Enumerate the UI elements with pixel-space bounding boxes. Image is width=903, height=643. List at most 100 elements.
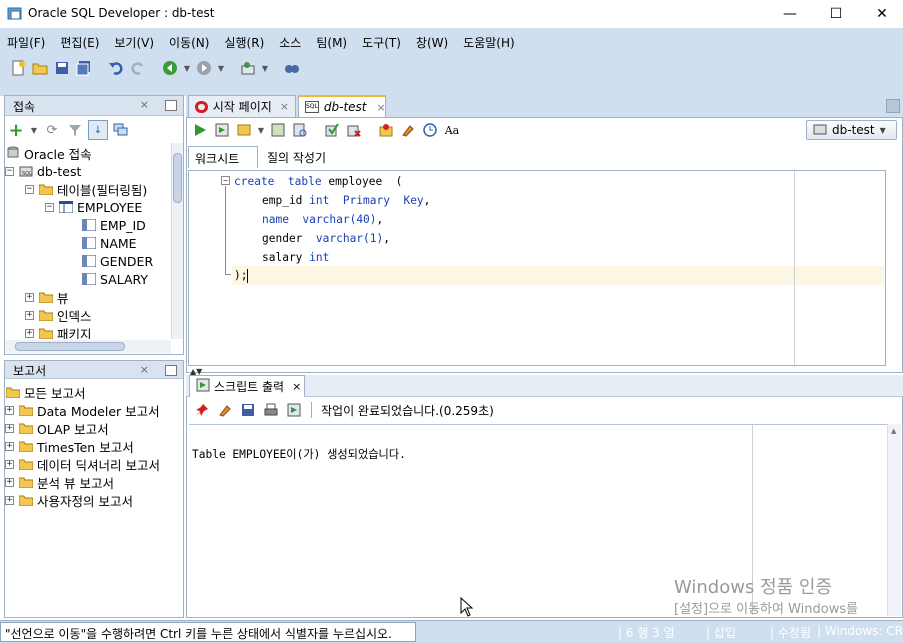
run-script-output-icon[interactable] xyxy=(284,400,304,420)
expand-icon[interactable]: + xyxy=(25,328,34,338)
clear-output-icon[interactable] xyxy=(215,400,235,420)
menu-source[interactable]: 소스 xyxy=(272,30,309,52)
tab-list-dropdown-icon[interactable] xyxy=(886,99,900,113)
expand-icon[interactable]: + xyxy=(5,405,14,415)
close-icon[interactable]: × xyxy=(140,363,149,376)
sql-worksheet-icon[interactable] xyxy=(238,58,258,78)
menu-navigate[interactable]: 이동(N) xyxy=(162,30,217,52)
tree-node-column[interactable]: NAME xyxy=(81,234,137,252)
expand-icon[interactable]: + xyxy=(25,310,34,320)
run-script-icon[interactable] xyxy=(212,120,232,140)
menu-tools[interactable]: 도구(T) xyxy=(355,30,409,52)
tree-node-report[interactable]: + 데이터 딕셔너리 보고서 xyxy=(5,455,160,473)
print-icon[interactable] xyxy=(261,400,281,420)
tree-node-report[interactable]: + TimesTen 보고서 xyxy=(5,437,134,455)
rollback-icon[interactable] xyxy=(344,120,364,140)
menu-help[interactable]: 도움말(H) xyxy=(456,30,523,52)
unshared-worksheet-icon[interactable] xyxy=(376,120,396,140)
tree-node-column[interactable]: GENDER xyxy=(81,252,153,270)
tree-node-column[interactable]: EMP_ID xyxy=(81,216,146,234)
code-fold-icon[interactable]: − xyxy=(221,176,230,185)
tree-node-report[interactable]: + Data Modeler 보고서 xyxy=(5,401,160,419)
close-icon[interactable]: × xyxy=(140,98,149,111)
menu-edit[interactable]: 편집(E) xyxy=(53,30,107,52)
close-button[interactable]: ✕ xyxy=(859,0,903,28)
open-folder-icon[interactable] xyxy=(30,58,50,78)
manage-connections-icon[interactable] xyxy=(111,120,131,140)
schema-browser-icon[interactable]: ↓ xyxy=(88,120,108,140)
pin-icon[interactable] xyxy=(192,400,212,420)
menu-view[interactable]: 보기(V) xyxy=(107,30,162,52)
add-connection-icon[interactable]: + xyxy=(6,120,26,141)
minimize-button[interactable]: — xyxy=(767,0,813,28)
minimize-panel-icon[interactable] xyxy=(165,365,177,376)
filter-icon[interactable] xyxy=(65,120,85,140)
expand-icon[interactable]: + xyxy=(5,495,14,505)
save-icon[interactable] xyxy=(52,58,72,78)
tree-node-packages[interactable]: + 패키지 xyxy=(25,324,92,339)
tree-node-employee[interactable]: − EMPLOYEE xyxy=(45,198,142,216)
tree-node-report[interactable]: + OLAP 보고서 xyxy=(5,419,109,437)
tree-horizontal-scrollbar[interactable] xyxy=(5,340,171,353)
find-db-object-icon[interactable] xyxy=(282,58,302,78)
minimize-panel-icon[interactable] xyxy=(165,100,177,111)
tree-node-report[interactable]: + 사용자정의 보고서 xyxy=(5,491,133,509)
expand-icon[interactable]: + xyxy=(5,477,14,487)
back-dropdown-icon[interactable]: ▼ xyxy=(182,64,192,73)
commit-icon[interactable] xyxy=(322,120,342,140)
forward-icon[interactable] xyxy=(194,58,214,78)
tree-node-indexes[interactable]: + 인덱스 xyxy=(25,306,92,324)
save-all-icon[interactable] xyxy=(74,58,94,78)
subtab-query-builder[interactable]: 질의 작성기 xyxy=(262,146,342,168)
autotrace-dropdown-icon[interactable]: ▼ xyxy=(256,126,266,135)
tree-node-db-test[interactable]: − SQL db-test xyxy=(5,162,81,180)
explain-plan-icon[interactable] xyxy=(268,120,288,140)
connection-selector[interactable]: db-test ▼ xyxy=(806,120,897,140)
scrollbar-thumb[interactable] xyxy=(15,342,125,351)
tree-vertical-scrollbar[interactable] xyxy=(171,143,183,339)
autotrace-icon[interactable] xyxy=(234,120,254,140)
scrollbar-thumb[interactable] xyxy=(173,153,182,203)
menu-file[interactable]: 파일(F) xyxy=(0,30,53,52)
expand-icon[interactable]: + xyxy=(5,459,14,469)
tree-node-column[interactable]: SALARY xyxy=(81,270,148,288)
tree-node-all-reports[interactable]: 모든 보고서 xyxy=(5,383,85,401)
menu-team[interactable]: 팀(M) xyxy=(309,30,355,52)
collapse-icon[interactable]: − xyxy=(45,202,54,212)
tab-script-output[interactable]: 스크립트 출력 × xyxy=(189,375,305,397)
undo-icon[interactable] xyxy=(106,58,126,78)
add-connection-dropdown-icon[interactable]: ▼ xyxy=(29,126,39,135)
tree-node-report[interactable]: + 분석 뷰 보고서 xyxy=(5,473,114,491)
close-icon[interactable]: × xyxy=(280,100,289,113)
forward-dropdown-icon[interactable]: ▼ xyxy=(216,64,226,73)
collapse-icon[interactable]: − xyxy=(5,166,14,176)
new-file-icon[interactable] xyxy=(8,58,28,78)
close-icon[interactable]: × xyxy=(376,101,385,114)
expand-icon[interactable]: + xyxy=(25,292,34,302)
tab-db-test[interactable]: SQL db-test × xyxy=(298,95,386,117)
close-icon[interactable]: × xyxy=(292,380,301,393)
menu-run[interactable]: 실행(R) xyxy=(217,30,272,52)
run-statement-icon[interactable] xyxy=(190,120,210,140)
save-output-icon[interactable] xyxy=(238,400,258,420)
tab-start-page[interactable]: 시작 페이지 × xyxy=(188,95,296,117)
tree-node-oracle-connections[interactable]: Oracle 접속 xyxy=(5,144,92,162)
format-case-icon[interactable]: Aa xyxy=(442,120,462,140)
redo-icon[interactable] xyxy=(128,58,148,78)
refresh-icon[interactable]: ⟳ xyxy=(42,120,62,140)
tune-sql-icon[interactable] xyxy=(290,120,310,140)
menu-window[interactable]: 창(W) xyxy=(409,30,456,52)
expand-icon[interactable]: + xyxy=(5,423,14,433)
expand-icon[interactable]: + xyxy=(5,441,14,451)
sql-history-icon[interactable] xyxy=(420,120,440,140)
back-icon[interactable] xyxy=(160,58,180,78)
scroll-up-icon[interactable]: ▲ xyxy=(891,427,896,435)
tree-node-views[interactable]: + 뷰 xyxy=(25,288,69,306)
sql-worksheet-dropdown-icon[interactable]: ▼ xyxy=(260,64,270,73)
collapse-icon[interactable]: − xyxy=(25,184,34,194)
output-vertical-scrollbar[interactable]: ▲ xyxy=(887,424,901,616)
maximize-button[interactable]: ☐ xyxy=(813,0,859,28)
clear-icon[interactable] xyxy=(398,120,418,140)
tree-node-tables[interactable]: − 테이블(필터링됨) xyxy=(25,180,147,198)
subtab-worksheet[interactable]: 워크시트 xyxy=(188,146,258,168)
